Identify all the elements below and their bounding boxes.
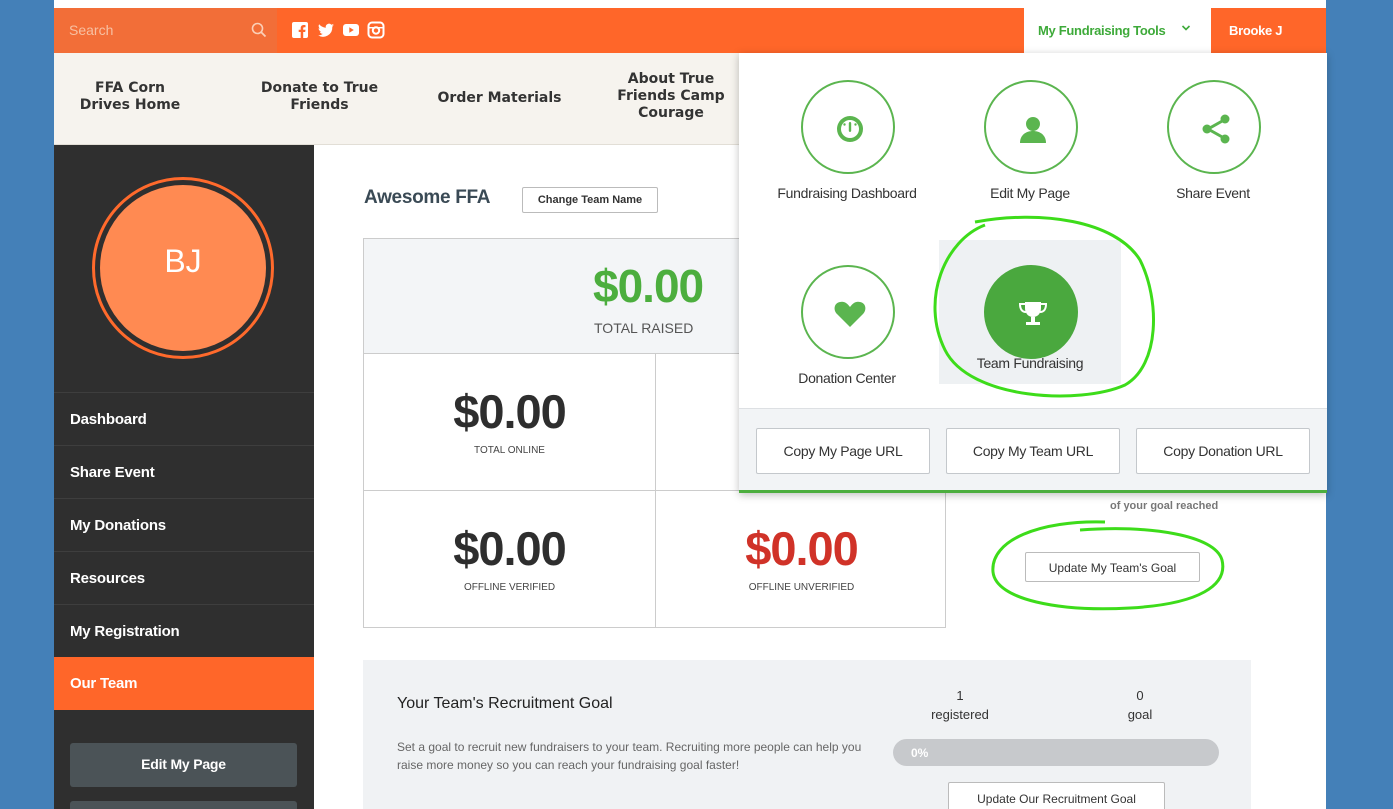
user-name: Brooke J	[1229, 23, 1283, 38]
tool-circle	[984, 265, 1078, 359]
twitter-icon[interactable]	[317, 21, 335, 39]
sidebar-item-resources[interactable]: Resources	[54, 551, 314, 604]
sidebar-item-share-event[interactable]: Share Event	[54, 445, 314, 498]
instagram-icon[interactable]	[367, 21, 385, 39]
offline-verified-label: OFFLINE VERIFIED	[463, 582, 556, 593]
sidebar-item-label: Dashboard	[70, 411, 147, 428]
trophy-icon	[1018, 302, 1048, 325]
sidebar-item-label: Resources	[70, 570, 145, 587]
recruitment-panel: Your Team's Recruitment Goal Set a goal …	[363, 660, 1251, 809]
sidebar: BJ Dashboard Share Event My Donations Re…	[54, 145, 314, 809]
sidebar-item-my-donations[interactable]: My Donations	[54, 498, 314, 551]
tool-donation-center[interactable]: Donation Center	[756, 238, 938, 386]
edit-my-page-label: Edit My Page	[141, 756, 226, 772]
recruitment-progress-bar: 0%	[893, 739, 1219, 766]
top-margin	[0, 0, 1393, 8]
fundraising-tools-dropdown: Fundraising Dashboard Edit My Page Share…	[739, 53, 1327, 493]
tool-edit-my-page[interactable]: Edit My Page	[939, 53, 1121, 201]
total-online-amount: $0.00	[453, 385, 567, 438]
person-icon	[1020, 117, 1046, 143]
copy-donation-url-button[interactable]: Copy Donation URL	[1136, 428, 1310, 474]
heart-icon	[834, 301, 866, 327]
copy-team-url-button[interactable]: Copy My Team URL	[946, 428, 1120, 474]
page-background-right	[1326, 0, 1393, 809]
sidebar-item-label: Our Team	[70, 675, 138, 692]
offline-unverified-cell: $0.00 OFFLINE UNVERIFIED	[656, 491, 947, 627]
total-raised-amount: $0.00	[593, 260, 704, 312]
offline-unverified-label: OFFLINE UNVERIFIED	[748, 582, 855, 593]
copy-page-url-label: Copy My Page URL	[783, 443, 903, 459]
nav-item-about-camp[interactable]: About True Friends Camp Courage	[606, 71, 736, 122]
edit-my-page-button[interactable]: Edit My Page	[70, 743, 297, 787]
page-background-left	[0, 0, 54, 809]
goal-count: 0	[1136, 688, 1144, 703]
avatar[interactable]: BJ	[100, 185, 266, 351]
sidebar-item-dashboard[interactable]: Dashboard	[54, 392, 314, 445]
total-online-cell: $0.00 TOTAL ONLINE	[364, 354, 655, 490]
change-team-name-button[interactable]: Change Team Name	[522, 187, 658, 213]
share-icon	[1202, 114, 1230, 144]
recruitment-title: Your Team's Recruitment Goal	[397, 695, 613, 712]
tool-circle	[1167, 80, 1261, 174]
sidebar-item-label: My Registration	[70, 623, 180, 640]
sidebar-item-label: My Donations	[70, 517, 166, 534]
tool-label: Team Fundraising	[976, 355, 1084, 371]
copy-url-bar: Copy My Page URL Copy My Team URL Copy D…	[739, 408, 1327, 490]
sidebar-item-label: Share Event	[70, 464, 155, 481]
offline-verified-cell: $0.00 OFFLINE VERIFIED	[364, 491, 655, 627]
search-box[interactable]: Search	[54, 8, 277, 53]
tool-circle	[801, 80, 895, 174]
nav-item-order-materials[interactable]: Order Materials	[432, 90, 567, 107]
copy-team-url-label: Copy My Team URL	[972, 443, 1094, 459]
tool-share-event[interactable]: Share Event	[1122, 53, 1304, 201]
registered-label: registered	[931, 707, 989, 722]
recruitment-description: Set a goal to recruit new fundraisers to…	[397, 740, 862, 772]
total-raised-label: TOTAL RAISED	[594, 320, 694, 336]
offline-unverified-amount: $0.00	[745, 522, 859, 575]
fundraising-tools-label: My Fundraising Tools	[1038, 23, 1166, 38]
update-team-goal-label: Update My Team's Goal	[1048, 561, 1177, 575]
recruitment-progress-text: 0%	[911, 746, 929, 760]
youtube-icon[interactable]	[342, 21, 360, 39]
tool-label: Share Event	[1176, 185, 1250, 201]
avatar-initials: BJ	[164, 243, 202, 279]
total-online-label: TOTAL ONLINE	[474, 445, 545, 456]
goal-reached-text: of your goal reached	[1110, 500, 1219, 512]
team-name: Awesome FFA	[364, 187, 491, 208]
facebook-icon[interactable]	[291, 21, 309, 39]
search-icon[interactable]	[250, 21, 268, 39]
sidebar-item-our-team[interactable]: Our Team	[54, 657, 314, 710]
tool-circle	[984, 80, 1078, 174]
copy-page-url-button[interactable]: Copy My Page URL	[756, 428, 930, 474]
fundraising-tools-menu[interactable]: My Fundraising Tools	[1024, 8, 1211, 53]
top-bar: Search My Fundraising Tools Brooke J	[54, 8, 1326, 53]
tool-team-fundraising[interactable]: Team Fundraising	[939, 240, 1121, 384]
nav-item-corn-drives-home[interactable]: FFA Corn Drives Home	[70, 80, 190, 114]
tool-label: Edit My Page	[990, 185, 1070, 201]
nav-item-donate[interactable]: Donate to True Friends	[252, 80, 387, 114]
update-team-goal-button[interactable]: Update My Team's Goal	[1025, 552, 1200, 582]
user-menu[interactable]: Brooke J	[1211, 8, 1326, 53]
registered-count: 1	[956, 688, 964, 703]
change-team-name-label: Change Team Name	[537, 194, 643, 206]
update-recruitment-goal-label: Update Our Recruitment Goal	[977, 792, 1136, 806]
tool-fundraising-dashboard[interactable]: Fundraising Dashboard	[756, 53, 938, 201]
copy-donation-url-label: Copy Donation URL	[1163, 443, 1283, 459]
tool-label: Fundraising Dashboard	[777, 185, 917, 201]
chevron-down-icon	[1181, 25, 1191, 31]
dashboard-icon	[837, 116, 863, 142]
goal-label: goal	[1127, 707, 1153, 722]
stats-divider-vertical	[655, 354, 656, 628]
update-recruitment-goal-button[interactable]: Update Our Recruitment Goal	[948, 782, 1165, 809]
sidebar-item-my-registration[interactable]: My Registration	[54, 604, 314, 657]
sidebar-secondary-button[interactable]	[70, 801, 297, 809]
offline-verified-amount: $0.00	[453, 522, 567, 575]
search-placeholder: Search	[69, 22, 114, 38]
tool-label: Donation Center	[798, 370, 896, 386]
tool-circle	[801, 265, 895, 359]
